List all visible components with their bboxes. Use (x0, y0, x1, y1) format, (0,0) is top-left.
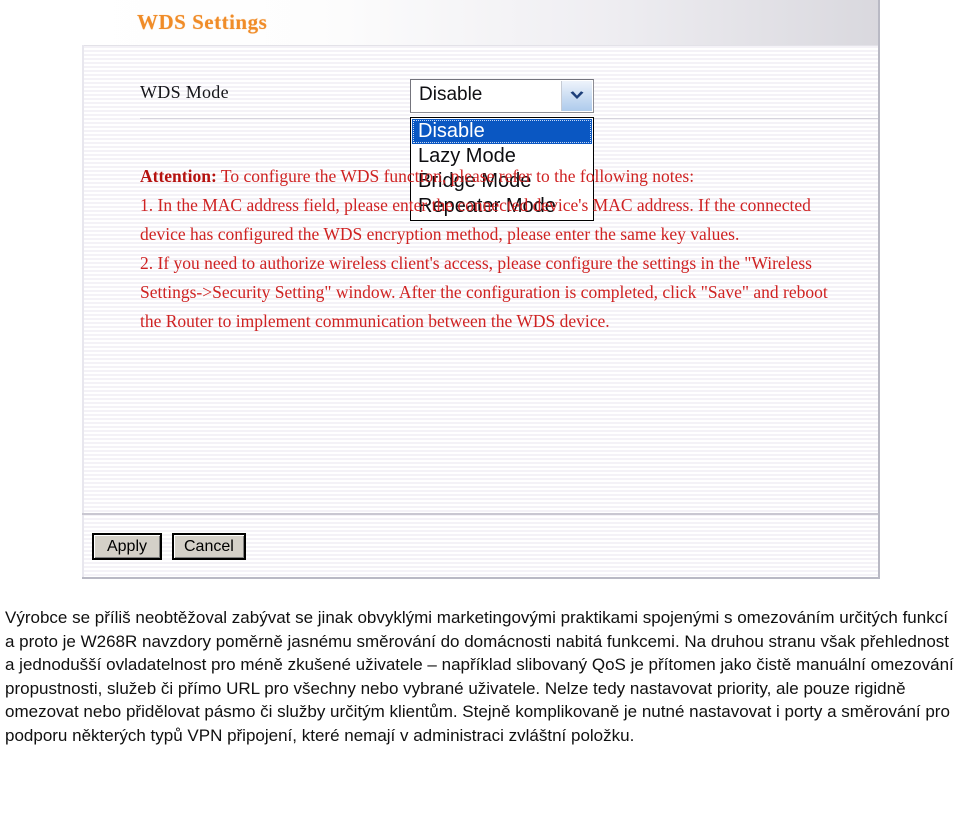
panel-header: WDS Settings (82, 0, 878, 46)
attention-intro-line: Attention: To configure the WDS function… (140, 162, 830, 191)
router-admin-panel: WDS Settings WDS Mode Disable Disable La… (82, 0, 880, 579)
cancel-button[interactable]: Cancel (172, 533, 246, 560)
chevron-down-icon[interactable] (561, 81, 592, 111)
wds-mode-select[interactable]: Disable (410, 79, 594, 113)
wds-mode-option-disable[interactable]: Disable (412, 119, 592, 144)
attention-label: Attention: (140, 166, 217, 186)
wds-mode-label: WDS Mode (140, 82, 229, 102)
action-button-bar: Apply Cancel (92, 533, 246, 560)
wds-mode-selected-value: Disable (419, 84, 483, 105)
panel-left-edge-rule (82, 45, 84, 577)
attention-notice: Attention: To configure the WDS function… (140, 162, 830, 336)
attention-intro-text: To configure the WDS function, please re… (216, 166, 695, 186)
article-paragraph: Výrobce se příliš neobtěžoval zabývat se… (5, 608, 954, 745)
article-body: Výrobce se příliš neobtěžoval zabývat se… (5, 606, 955, 747)
attention-note-1: 1. In the MAC address field, please ente… (140, 195, 811, 244)
attention-note-2: 2. If you need to authorize wireless cli… (140, 253, 828, 331)
page-title: WDS Settings (137, 10, 268, 34)
footer-divider (82, 513, 878, 515)
apply-button[interactable]: Apply (92, 533, 162, 560)
